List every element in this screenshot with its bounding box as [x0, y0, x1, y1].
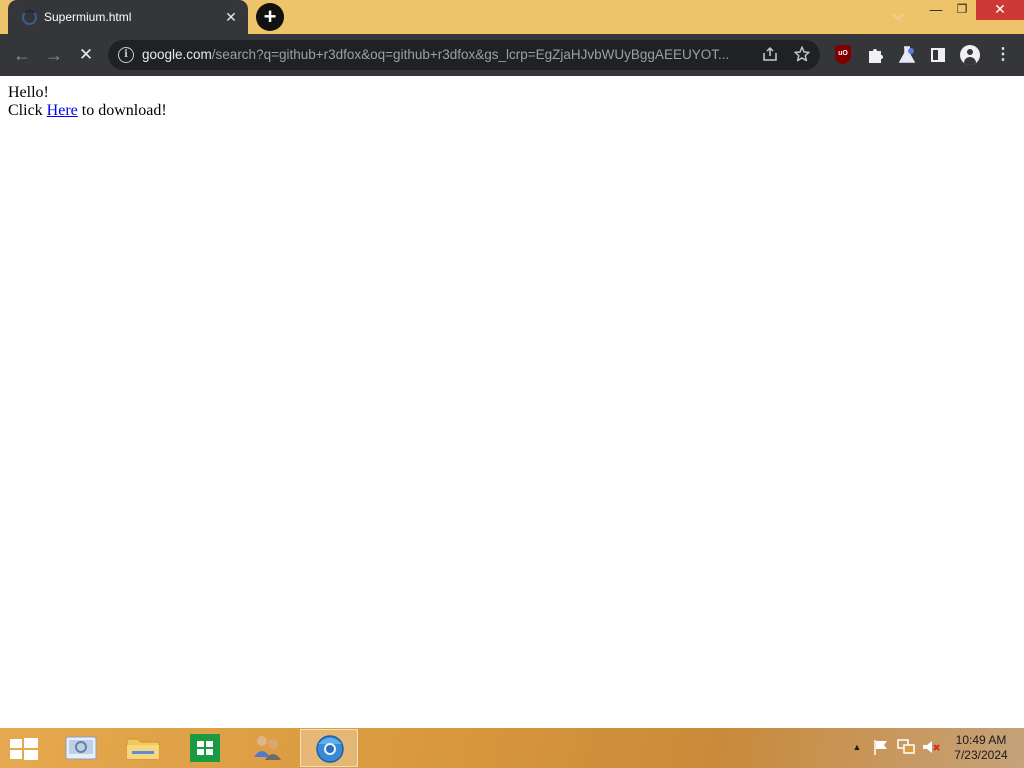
avatar-head — [967, 49, 973, 55]
download-prefix: Click — [8, 102, 47, 119]
profile-avatar-icon[interactable] — [959, 44, 981, 66]
url-host: google.com — [142, 47, 212, 62]
tab-close-icon[interactable]: ✕ — [222, 8, 240, 26]
share-icon[interactable] — [760, 45, 780, 65]
ublock-shield-label: uO — [835, 45, 851, 64]
greeting-text: Hello! — [8, 84, 49, 101]
windows-logo-pane — [24, 750, 38, 760]
back-button[interactable]: ← — [8, 41, 36, 69]
show-hidden-icons-button[interactable]: ▲ — [850, 740, 864, 754]
tab-search-icon[interactable] — [888, 6, 908, 26]
taskbar-file-explorer[interactable] — [114, 729, 172, 767]
more-menu-icon[interactable]: ⋮ — [992, 44, 1014, 66]
action-center-flag-icon[interactable] — [872, 738, 890, 756]
new-tab-button[interactable]: + — [256, 3, 284, 31]
taskbar-store[interactable] — [176, 729, 234, 767]
avatar-body — [964, 57, 976, 65]
windows-logo-pane — [10, 739, 22, 748]
start-button[interactable] — [10, 738, 38, 760]
tab-supermium[interactable]: Supermium.html ✕ — [8, 0, 248, 34]
side-panel-icon[interactable] — [927, 44, 949, 66]
site-info-icon[interactable]: i — [118, 47, 134, 63]
bookmark-star-icon[interactable] — [792, 45, 812, 65]
labs-flask-icon[interactable] — [896, 44, 918, 66]
side-panel-bar — [938, 48, 945, 62]
taskbar-control-panel[interactable] — [52, 729, 110, 767]
page-content: Hello! Click Here to download! — [0, 76, 1024, 728]
clock-time: 10:49 AM — [955, 733, 1007, 747]
stop-loading-button[interactable]: ✕ — [72, 41, 100, 69]
url-path: /search?q=github+r3dfox&oq=github+r3dfox… — [211, 47, 730, 62]
restore-button[interactable]: ❐ — [950, 0, 974, 20]
close-window-button[interactable]: ✕ — [976, 0, 1024, 20]
volume-muted-icon[interactable] — [921, 738, 941, 756]
address-bar[interactable]: i google.com/search?q=github+r3dfox&oq=g… — [108, 40, 820, 70]
system-clock[interactable]: 10:49 AM 7/23/2024 — [946, 733, 1016, 763]
taskbar-supermium-browser[interactable] — [300, 729, 358, 767]
download-suffix: to download! — [77, 102, 167, 119]
browser-toolbar: ← → ✕ i google.com/search?q=github+r3dfo… — [0, 34, 1024, 76]
forward-button[interactable]: → — [40, 41, 68, 69]
tab-strip: Supermium.html ✕ + — ❐ ✕ — [0, 0, 1024, 34]
ublock-extension-icon[interactable]: uO — [832, 44, 854, 66]
tab-title: Supermium.html — [44, 10, 132, 24]
taskbar: ▲ 10:49 AM 7/23/2024 — [0, 728, 1024, 768]
taskbar-user-accounts[interactable] — [238, 729, 296, 767]
download-link[interactable]: Here — [47, 102, 78, 119]
download-line: Click Here to download! — [8, 102, 1016, 120]
loading-spinner-icon — [22, 10, 37, 25]
url-text[interactable]: google.com/search?q=github+r3dfox&oq=git… — [142, 47, 754, 62]
extensions-puzzle-icon[interactable] — [864, 44, 886, 66]
network-icon[interactable] — [896, 738, 916, 756]
clock-date: 7/23/2024 — [954, 748, 1008, 762]
windows-logo-pane — [24, 738, 38, 748]
windows-logo-pane — [10, 750, 22, 759]
avatar-circle — [960, 45, 980, 65]
minimize-button[interactable]: — — [922, 0, 950, 20]
